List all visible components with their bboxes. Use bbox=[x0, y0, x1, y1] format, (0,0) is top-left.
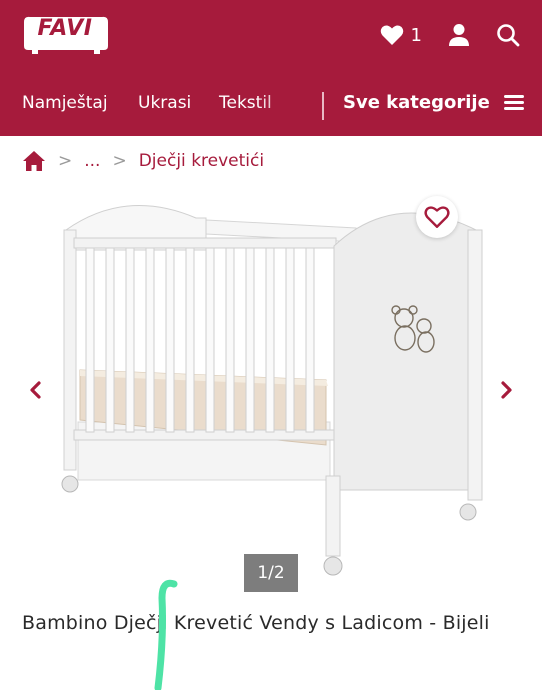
nav-link-ukrasi[interactable]: Ukrasi bbox=[138, 93, 191, 113]
breadcrumb-current[interactable]: Dječji krevetići bbox=[139, 151, 264, 171]
search-button[interactable] bbox=[496, 23, 520, 47]
product-gallery bbox=[0, 190, 542, 590]
favi-logo[interactable]: FAVI bbox=[20, 12, 112, 56]
menu-icon bbox=[503, 92, 524, 113]
breadcrumb-ellipsis[interactable]: ... bbox=[84, 151, 100, 171]
home-icon[interactable] bbox=[22, 150, 46, 172]
site-header: FAVI 1 Namještaj Ukrasi Tekstil Sve kate… bbox=[0, 0, 542, 136]
heart-icon bbox=[380, 25, 403, 45]
gallery-counter: 1/2 bbox=[244, 554, 298, 592]
add-to-wishlist-button[interactable] bbox=[416, 196, 458, 238]
heart-outline-icon bbox=[424, 206, 450, 228]
product-image-crib[interactable] bbox=[56, 190, 500, 590]
header-actions: 1 bbox=[380, 20, 520, 50]
wishlist-count: 1 bbox=[410, 24, 422, 46]
breadcrumb-separator: > bbox=[112, 151, 127, 171]
user-icon bbox=[449, 24, 469, 46]
search-icon bbox=[497, 24, 520, 47]
logo-text: FAVI bbox=[37, 16, 93, 41]
nav-link-tekstil[interactable]: Tekstil bbox=[219, 93, 272, 113]
account-button[interactable] bbox=[448, 23, 470, 47]
breadcrumb-separator: > bbox=[58, 151, 73, 171]
chevron-left-icon[interactable] bbox=[24, 378, 48, 402]
chevron-right-icon[interactable] bbox=[494, 378, 518, 402]
nav-divider bbox=[322, 92, 324, 120]
all-categories-button[interactable]: Sve kategorije bbox=[343, 92, 524, 113]
wishlist-button[interactable]: 1 bbox=[380, 24, 448, 46]
category-nav: Namještaj Ukrasi Tekstil Sve kategorije bbox=[0, 80, 542, 128]
breadcrumb: > ... > Dječji krevetići bbox=[22, 148, 264, 174]
nav-link-namjestaj[interactable]: Namještaj bbox=[22, 93, 108, 113]
all-categories-label: Sve kategorije bbox=[343, 92, 490, 113]
product-title: Bambino Dječji Krevetić Vendy s Ladicom … bbox=[22, 612, 490, 634]
